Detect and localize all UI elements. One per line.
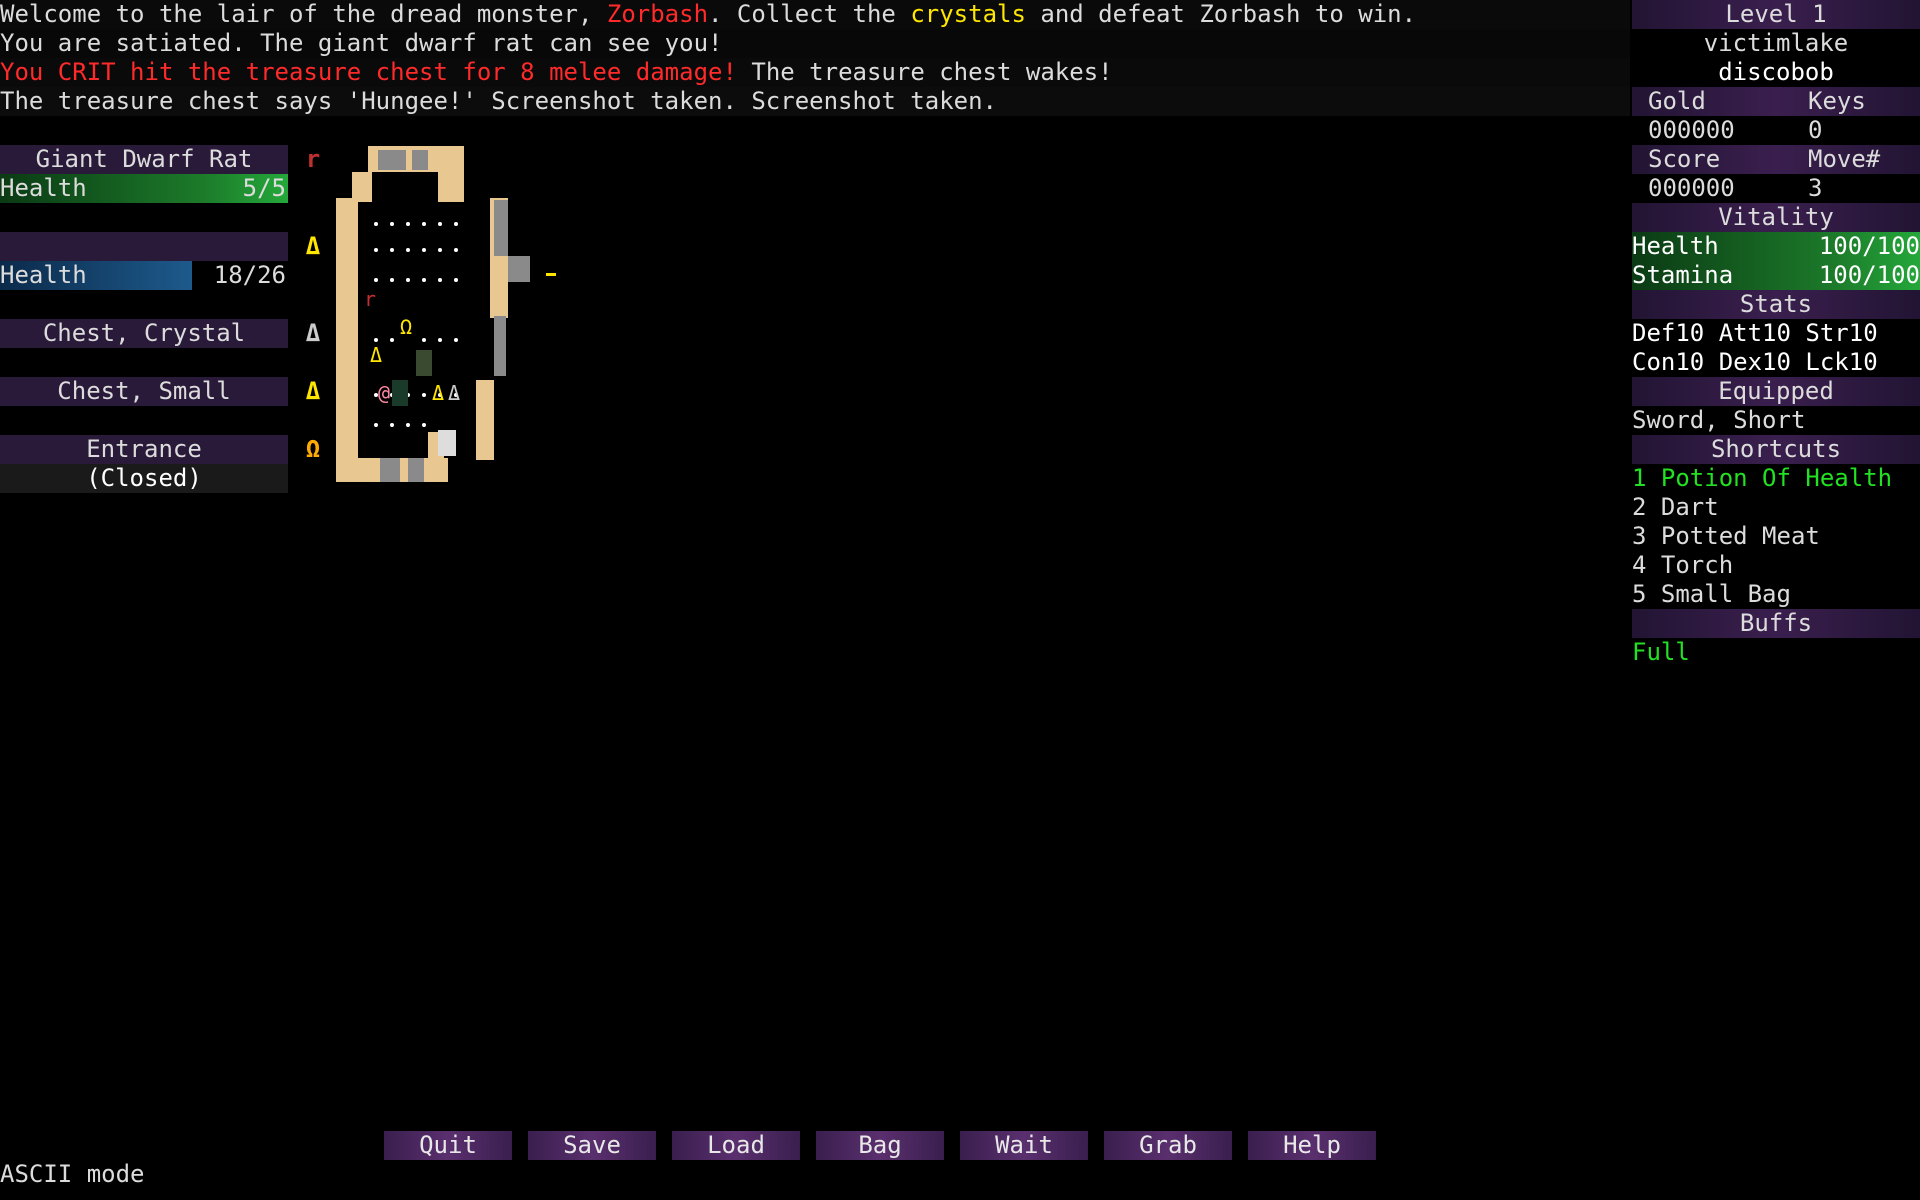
target-health-bar: Health 5/5 bbox=[0, 174, 288, 203]
delta-glyph-1: Δ bbox=[305, 232, 321, 260]
message-line-1: Welcome to the lair of the dread monster… bbox=[0, 0, 1630, 29]
move-label: Move# bbox=[1808, 145, 1881, 173]
quit-button[interactable]: Quit bbox=[384, 1131, 512, 1160]
delta-glyph-3: Δ bbox=[305, 377, 321, 405]
shortcut-4[interactable]: 4 Torch bbox=[1632, 551, 1920, 580]
gold-keys-header: Gold Keys bbox=[1632, 87, 1920, 116]
equipped-header: Equipped bbox=[1632, 377, 1920, 406]
shortcut-1[interactable]: 1 Potion Of Health bbox=[1632, 464, 1920, 493]
vitality-health-bar: Health 100/100 bbox=[1632, 232, 1920, 261]
keys-label: Keys bbox=[1808, 87, 1866, 115]
message-line-4: The treasure chest says 'Hungee!' Screen… bbox=[0, 87, 1630, 116]
dungeon-map-drawing: Δ Ω @ Δ Δ r bbox=[336, 146, 556, 482]
shortcut-5[interactable]: 5 Small Bag bbox=[1632, 580, 1920, 609]
vitality-header: Vitality bbox=[1632, 203, 1920, 232]
player-health-value: 18/26 bbox=[213, 261, 286, 289]
svg-text:@: @ bbox=[378, 381, 390, 405]
vitality-stamina-value: 100/100 bbox=[1818, 261, 1920, 289]
gold-label: Gold bbox=[1648, 87, 1706, 115]
score-label: Score bbox=[1648, 145, 1721, 173]
gold-keys-values: 000000 0 bbox=[1632, 116, 1920, 145]
shortcuts-header: Shortcuts bbox=[1632, 435, 1920, 464]
score-move-header: Score Move# bbox=[1632, 145, 1920, 174]
ascii-mode-status: ASCII mode bbox=[0, 1160, 145, 1188]
vitality-stamina-bar: Stamina 100/100 bbox=[1632, 261, 1920, 290]
spacer-bar bbox=[0, 232, 288, 261]
wait-button[interactable]: Wait bbox=[960, 1131, 1088, 1160]
svg-text:Δ: Δ bbox=[432, 381, 444, 405]
stats-row-2: Con10 Dex10 Lck10 bbox=[1632, 348, 1878, 376]
level-header: Level 1 bbox=[1632, 0, 1920, 29]
player-name-1: victimlake bbox=[1703, 29, 1849, 57]
stats-row-1: Def10 Att10 Str10 bbox=[1632, 319, 1878, 347]
player-health-label: Health bbox=[0, 261, 87, 289]
svg-text:Δ: Δ bbox=[448, 381, 460, 405]
vitality-health-value: 100/100 bbox=[1818, 232, 1920, 260]
target-health-label: Health bbox=[0, 174, 87, 202]
buffs-header: Buffs bbox=[1632, 609, 1920, 638]
omega-glyph: Ω bbox=[305, 435, 321, 463]
svg-text:r: r bbox=[364, 287, 376, 311]
equipped-item[interactable]: Sword, Short bbox=[1632, 406, 1920, 435]
svg-text:Δ: Δ bbox=[370, 343, 382, 367]
shortcut-3[interactable]: 3 Potted Meat bbox=[1632, 522, 1920, 551]
vitality-health-label: Health bbox=[1632, 232, 1719, 260]
score-value: 000000 bbox=[1648, 174, 1735, 202]
move-value: 3 bbox=[1808, 174, 1823, 202]
score-move-values: 000000 3 bbox=[1632, 174, 1920, 203]
chest-crystal-label: Chest, Crystal bbox=[0, 319, 288, 348]
entrance-state: (Closed) bbox=[0, 464, 288, 493]
stats-header: Stats bbox=[1632, 290, 1920, 319]
target-health-value: 5/5 bbox=[242, 174, 286, 202]
player-health-bar: Health 18/26 bbox=[0, 261, 288, 290]
rat-glyph: r bbox=[305, 145, 321, 173]
vitality-stamina-label: Stamina bbox=[1632, 261, 1734, 289]
target-name: Giant Dwarf Rat bbox=[0, 145, 288, 174]
chest-small-label: Chest, Small bbox=[0, 377, 288, 406]
save-button[interactable]: Save bbox=[528, 1131, 656, 1160]
delta-glyph-2: Δ bbox=[305, 319, 321, 347]
player-name-2: discobob bbox=[1718, 58, 1834, 86]
message-line-2: You are satiated. The giant dwarf rat ca… bbox=[0, 29, 1630, 58]
gold-value: 000000 bbox=[1648, 116, 1735, 144]
entrance-label: Entrance bbox=[0, 435, 288, 464]
help-button[interactable]: Help bbox=[1248, 1131, 1376, 1160]
load-button[interactable]: Load bbox=[672, 1131, 800, 1160]
grab-button[interactable]: Grab bbox=[1104, 1131, 1232, 1160]
buff-full: Full bbox=[1632, 638, 1690, 666]
shortcut-2[interactable]: 2 Dart bbox=[1632, 493, 1920, 522]
keys-value: 0 bbox=[1808, 116, 1823, 144]
message-line-3: You CRIT hit the treasure chest for 8 me… bbox=[0, 58, 1630, 87]
bag-button[interactable]: Bag bbox=[816, 1131, 944, 1160]
svg-text:Ω: Ω bbox=[400, 315, 412, 339]
